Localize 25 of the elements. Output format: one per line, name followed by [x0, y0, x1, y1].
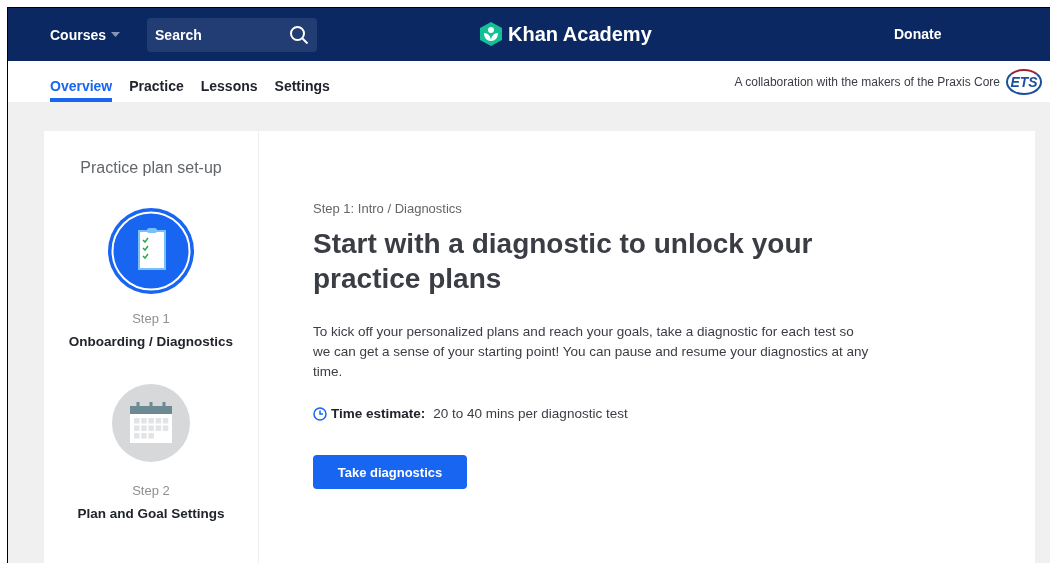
caret-icon	[111, 32, 121, 37]
leaf-logo-icon	[480, 22, 502, 46]
nav-tab[interactable]: Lessons	[200, 61, 258, 102]
donate-link[interactable]: Donate	[894, 26, 942, 42]
step-label: Onboarding / Diagnostics	[68, 334, 234, 349]
nav-tab[interactable]: Practice	[129, 61, 184, 102]
nav-tab[interactable]: Settings	[274, 61, 330, 102]
step-number: Step 2	[132, 483, 170, 498]
clock-icon	[313, 406, 327, 421]
site-logo-text[interactable]: Khan Academy	[508, 22, 652, 46]
step-number: Step 1	[132, 311, 170, 326]
intro-paragraph: To kick off your personalized plans and reach your goals, take a diagnostic for each test so we can get a sense of your starting point! You can pause and resume your diagnostics at any time.	[313, 323, 870, 381]
nav-tab[interactable]: Overview	[50, 61, 113, 102]
partner-logo: ETS	[1006, 68, 1042, 95]
courses-menu[interactable]: Courses	[50, 26, 121, 43]
time-estimate-label: Time estimate:	[331, 406, 426, 421]
time-estimate-value: 20 to 40 mins per diagnostic test	[433, 406, 628, 421]
take-diagnostics-button[interactable]: Take diagnostics	[313, 455, 467, 489]
collaboration-note: A collaboration with the makers of the Praxis Core	[734, 74, 1000, 89]
sidebar-title: Practice plan set-up	[80, 159, 222, 177]
search-field[interactable]: Search	[147, 17, 318, 52]
step-label: Plan and Goal Settings	[77, 506, 225, 521]
step-breadcrumb: Step 1: Intro / Diagnostics	[313, 201, 463, 216]
page-heading: Start with a diagnostic to unlock your practice plans	[313, 227, 814, 296]
search-icon	[289, 24, 310, 45]
